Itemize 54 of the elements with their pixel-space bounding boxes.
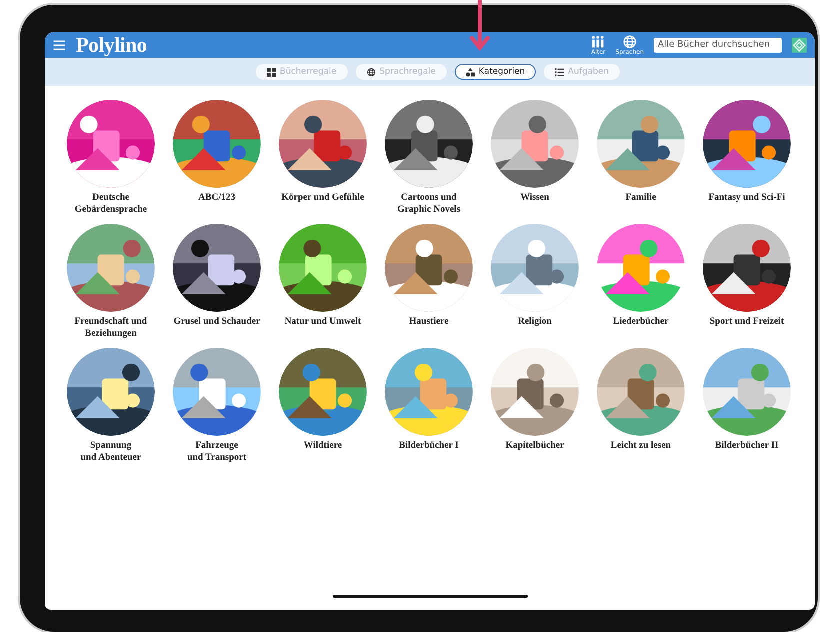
category-tile[interactable]: Kapitelbücher [482, 348, 588, 472]
category-tile[interactable]: Wissen [482, 100, 588, 224]
category-tile[interactable]: Freundschaft und Beziehungen [58, 224, 164, 348]
category-label: Bilderbücher II [714, 440, 780, 452]
category-tile[interactable]: Bilderbücher I [376, 348, 482, 472]
logo-icon[interactable] [792, 38, 807, 52]
people-icon [591, 34, 606, 48]
category-label: Freundschaft und Beziehungen [74, 316, 148, 340]
category-label: Körper und Gefühle [280, 192, 366, 204]
category-label: Leicht zu lesen [610, 440, 672, 452]
category-tile[interactable]: Natur und Umwelt [270, 224, 376, 348]
category-tile[interactable]: Haustiere [376, 224, 482, 348]
category-label: Spannung und Abenteuer [80, 440, 142, 464]
category-tile[interactable]: Wildtiere [270, 348, 376, 472]
category-label: Sport und Freizeit [708, 316, 786, 328]
category-label: Grusel und Schauder [172, 316, 262, 328]
category-tile[interactable]: Grusel und Schauder [164, 224, 270, 348]
category-label: ABC/123 [198, 192, 236, 204]
category-tile[interactable]: Deutsche Gebärdensprache [58, 100, 164, 224]
category-label: Religion [517, 316, 553, 328]
category-label: Cartoons und Graphic Novels [396, 192, 462, 216]
category-label: Liederbücher [612, 316, 670, 328]
category-tile[interactable]: Fahrzeuge und Transport [164, 348, 270, 472]
globe-icon [366, 68, 376, 76]
pointer-arrow [470, 0, 490, 52]
category-label: Deutsche Gebärdensprache [74, 192, 148, 216]
category-label: Wissen [520, 192, 550, 204]
category-tile[interactable]: Liederbücher [588, 224, 694, 348]
globe-icon [622, 34, 637, 48]
category-tile[interactable]: Familie [588, 100, 694, 224]
shapes-icon [466, 68, 475, 76]
category-label: Fahrzeuge und Transport [186, 440, 248, 464]
category-tile[interactable]: ABC/123 [164, 100, 270, 224]
category-tile[interactable]: Sport und Freizeit [694, 224, 800, 348]
app-logo: Polylino [76, 32, 148, 58]
category-label: Kapitelbücher [504, 440, 566, 452]
category-tile[interactable]: Cartoons und Graphic Novels [376, 100, 482, 224]
category-tile[interactable]: Religion [482, 224, 588, 348]
category-tile[interactable]: Fantasy und Sci-Fi [694, 100, 800, 224]
category-label: Haustiere [408, 316, 450, 328]
tab[interactable]: Kategorien [454, 64, 536, 80]
category-tile[interactable]: Leicht zu lesen [588, 348, 694, 472]
category-label: Familie [624, 192, 658, 204]
category-label: Wildtiere [302, 440, 344, 452]
category-label: Fantasy und Sci-Fi [708, 192, 786, 204]
category-label: Bilderbücher I [398, 440, 460, 452]
search-field[interactable]: Alle Bücher durchsuchen [654, 38, 782, 52]
category-label: Natur und Umwelt [284, 316, 362, 328]
category-tile[interactable]: Spannung und Abenteuer [58, 348, 164, 472]
category-tile[interactable]: Körper und Gefühle [270, 100, 376, 224]
menu-icon[interactable] [53, 38, 66, 52]
category-tile[interactable]: Bilderbücher II [694, 348, 800, 472]
list-icon [555, 68, 564, 76]
grid-icon [267, 68, 276, 76]
